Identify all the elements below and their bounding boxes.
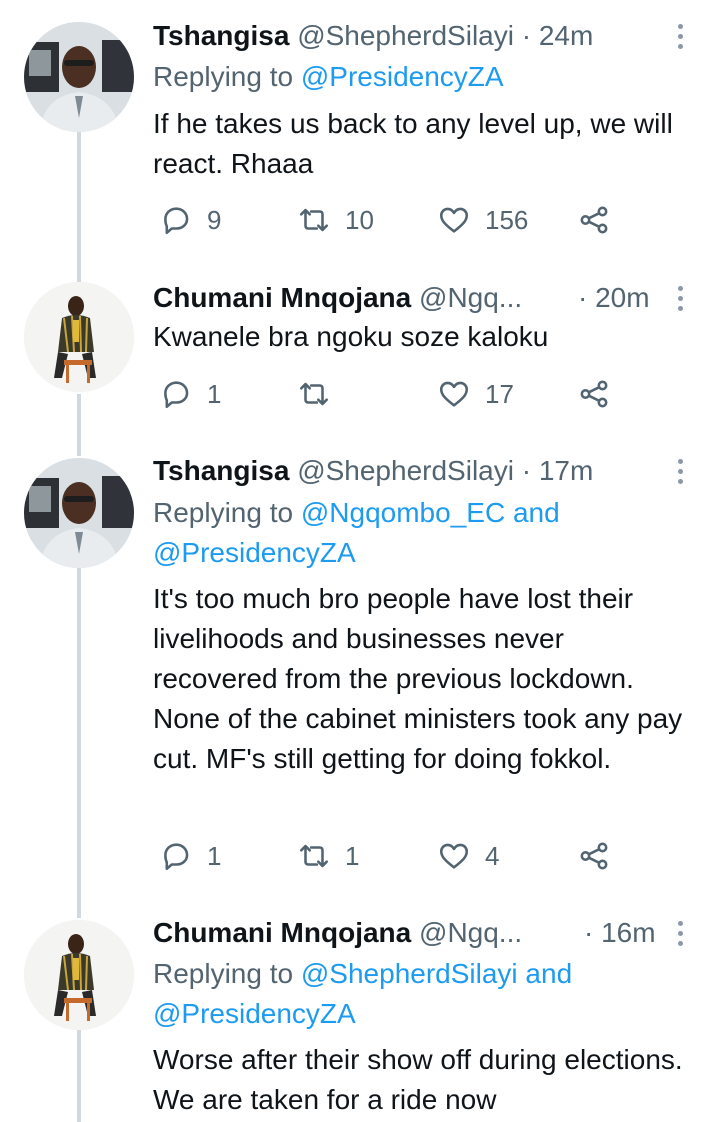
timestamp[interactable]: 20m [595, 282, 649, 313]
reply-count: 9 [207, 204, 222, 235]
tweet[interactable]: Tshangisa @ShepherdSilayi · 17m Replying… [0, 440, 720, 910]
heart-icon [439, 843, 469, 869]
timestamp[interactable]: 24m [539, 20, 593, 51]
like-count: 17 [485, 378, 514, 409]
reply-icon [164, 843, 189, 871]
user-handle[interactable]: @ShepherdSilayi [297, 455, 514, 486]
retweet-icon [299, 844, 329, 868]
reply-count: 1 [207, 378, 222, 409]
reply-button[interactable]: 1 [159, 836, 221, 876]
retweet-button[interactable]: 1 [297, 836, 359, 876]
share-button[interactable] [577, 374, 611, 414]
replying-to-label: Replying to [153, 61, 294, 92]
tweet-text: Kwanele bra ngoku soze kaloku [153, 321, 549, 352]
user-handle[interactable]: @Ngq... [419, 917, 522, 948]
mention-link[interactable]: @PresidencyZA [301, 61, 504, 92]
share-button[interactable] [577, 836, 611, 876]
replying-to-label: Replying to [153, 497, 294, 528]
reply-count: 1 [207, 840, 222, 871]
avatar[interactable] [24, 458, 134, 568]
more-options-icon[interactable] [674, 24, 686, 54]
mention-link[interactable]: @PresidencyZA [153, 537, 356, 568]
retweet-count: 10 [345, 204, 374, 235]
seated-man-avatar-icon [24, 920, 134, 1030]
mention-link[interactable]: @ShepherdSilayi and [301, 958, 572, 989]
tweet-text: Worse after their show off during electi… [153, 1044, 683, 1115]
like-count: 4 [485, 840, 500, 871]
separator-dot: · [521, 455, 532, 486]
like-button[interactable]: 17 [437, 374, 514, 414]
more-options-icon[interactable] [674, 286, 686, 316]
share-icon [580, 842, 608, 870]
tweet-text: It's too much bro people have lost their… [153, 583, 683, 774]
share-button[interactable] [577, 200, 611, 240]
retweet-icon [299, 382, 329, 406]
separator-dot: · [521, 20, 532, 51]
replying-to: Replying to @ShepherdSilayi and @Preside… [153, 954, 680, 1034]
share-icon [580, 380, 608, 408]
user-handle[interactable]: @Ngq... [419, 282, 522, 313]
heart-icon [439, 381, 469, 407]
heart-icon [439, 207, 469, 233]
tweet[interactable]: Chumani Mnqojana @Ngq... · 20m Kwanele b… [0, 270, 720, 440]
retweet-button[interactable]: 10 [297, 200, 374, 240]
separator-dot: · [584, 917, 594, 948]
avatar[interactable] [24, 282, 134, 392]
more-options-icon[interactable] [674, 459, 686, 489]
tweet-actions: 9 10 156 [153, 200, 633, 240]
man-in-car-avatar-icon [24, 22, 134, 132]
timestamp[interactable]: 17m [539, 455, 593, 486]
like-count: 156 [485, 204, 529, 235]
avatar[interactable] [24, 920, 134, 1030]
tweet-header: Tshangisa @ShepherdSilayi · 24m [153, 18, 660, 54]
seated-man-avatar-icon [24, 282, 134, 392]
tweet[interactable]: Chumani Mnqojana @Ngq... · 16m Replying … [0, 910, 720, 1122]
tweet-time-group: · 20m [578, 280, 650, 316]
tweet[interactable]: Tshangisa @ShepherdSilayi · 24m Replying… [0, 0, 720, 270]
replying-to: Replying to @PresidencyZA [153, 57, 680, 97]
more-options-icon[interactable] [674, 921, 686, 951]
tweet-header: Tshangisa @ShepherdSilayi · 17m [153, 453, 660, 489]
mention-link[interactable]: @PresidencyZA [153, 998, 356, 1029]
separator-dot: · [578, 282, 588, 313]
avatar[interactable] [24, 22, 134, 132]
retweet-button[interactable] [297, 374, 345, 414]
reply-button[interactable]: 9 [159, 200, 221, 240]
tweet-text: If he takes us back to any level up, we … [153, 108, 673, 179]
man-in-car-avatar-icon [24, 458, 134, 568]
retweet-icon [299, 208, 329, 232]
replying-to-label: Replying to [153, 958, 294, 989]
replying-to: Replying to @Ngqombo_EC and @PresidencyZ… [153, 493, 680, 573]
tweet-time-group: · 16m [584, 915, 656, 951]
display-name[interactable]: Tshangisa [153, 20, 289, 51]
share-icon [580, 206, 608, 234]
tweet-actions: 1 1 4 [153, 836, 633, 876]
display-name[interactable]: Tshangisa [153, 455, 289, 486]
reply-button[interactable]: 1 [159, 374, 221, 414]
timestamp[interactable]: 16m [601, 917, 655, 948]
tweet-actions: 1 17 [153, 374, 633, 414]
reply-icon [164, 207, 189, 235]
mention-link[interactable]: @Ngqombo_EC and [301, 497, 560, 528]
display-name[interactable]: Chumani Mnqojana [153, 282, 411, 313]
display-name[interactable]: Chumani Mnqojana [153, 917, 411, 948]
reply-icon [164, 381, 189, 409]
user-handle[interactable]: @ShepherdSilayi [297, 20, 514, 51]
retweet-count: 1 [345, 840, 360, 871]
like-button[interactable]: 4 [437, 836, 499, 876]
like-button[interactable]: 156 [437, 200, 528, 240]
